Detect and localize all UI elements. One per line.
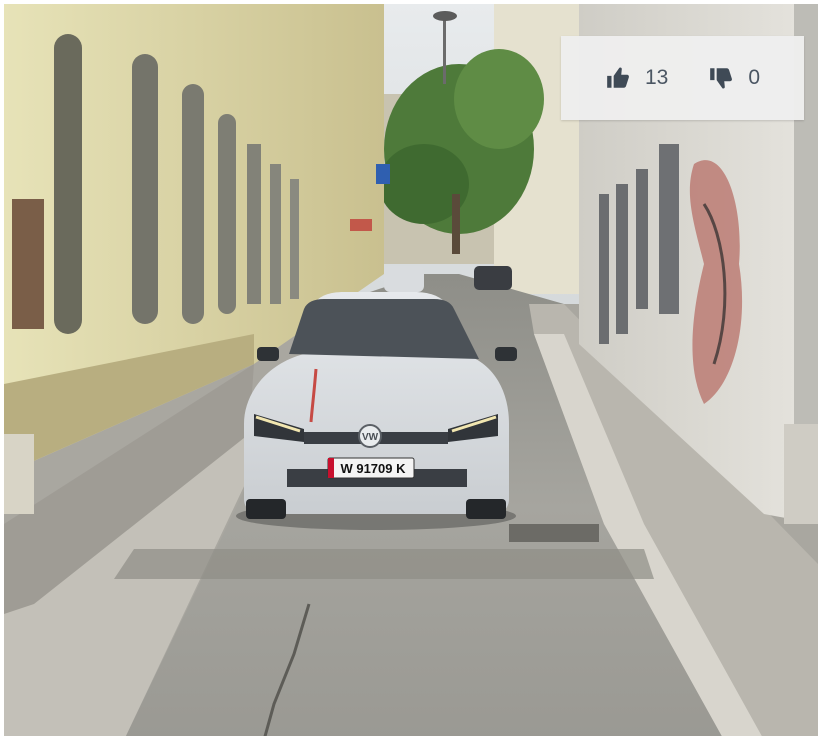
vote-bar: 13 0 (561, 36, 804, 120)
license-plate-text: W 91709 K (340, 461, 406, 476)
image-card: VW W 91709 K 13 0 (0, 0, 820, 736)
downvote-count: 0 (748, 66, 761, 89)
upvote-count: 13 (644, 66, 669, 89)
svg-text:VW: VW (362, 432, 379, 443)
thumbs-down-icon (708, 65, 734, 91)
upvote-button[interactable]: 13 (605, 65, 668, 91)
thumbs-up-icon (605, 65, 631, 91)
downvote-button[interactable]: 0 (708, 65, 760, 91)
